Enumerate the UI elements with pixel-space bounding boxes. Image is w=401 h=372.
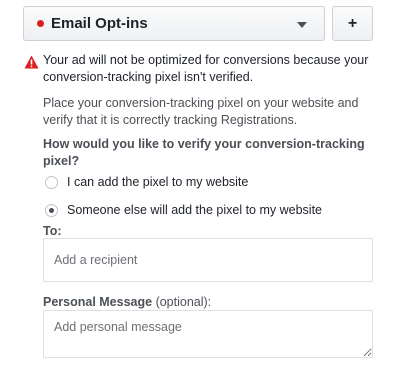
personal-message-label: Personal Message (optional): — [43, 295, 211, 309]
conversion-event-label: Email Opt-ins — [51, 15, 148, 32]
personal-message-textarea[interactable] — [43, 310, 373, 358]
option-label: Someone else will add the pixel to my we… — [67, 203, 322, 217]
conversion-event-dropdown[interactable]: Email Opt-ins — [23, 6, 325, 41]
option-add-pixel-myself[interactable]: I can add the pixel to my website — [45, 175, 248, 189]
radio-button-selected[interactable] — [45, 203, 58, 217]
optional-note: (optional): — [152, 295, 212, 309]
recipient-input[interactable] — [43, 238, 373, 282]
option-label: I can add the pixel to my website — [67, 175, 249, 189]
conversion-pixel-panel: Email Opt-ins + Your ad will not be opti… — [0, 0, 401, 372]
warning-message: Your ad will not be optimized for conver… — [43, 53, 369, 84]
option-someone-else-adds-pixel[interactable]: Someone else will add the pixel to my we… — [45, 203, 322, 217]
add-event-button[interactable]: + — [332, 6, 373, 41]
chevron-down-icon — [297, 22, 307, 28]
recipient-label: To: — [43, 224, 62, 238]
status-dot — [37, 20, 44, 27]
personal-message-title: Personal Message — [43, 295, 153, 309]
pixel-instructions: Place your conversion-tracking pixel on … — [43, 96, 359, 127]
radio-button[interactable] — [45, 175, 58, 189]
warning-icon — [24, 55, 39, 69]
verify-question: How would you like to verify your conver… — [43, 137, 365, 168]
